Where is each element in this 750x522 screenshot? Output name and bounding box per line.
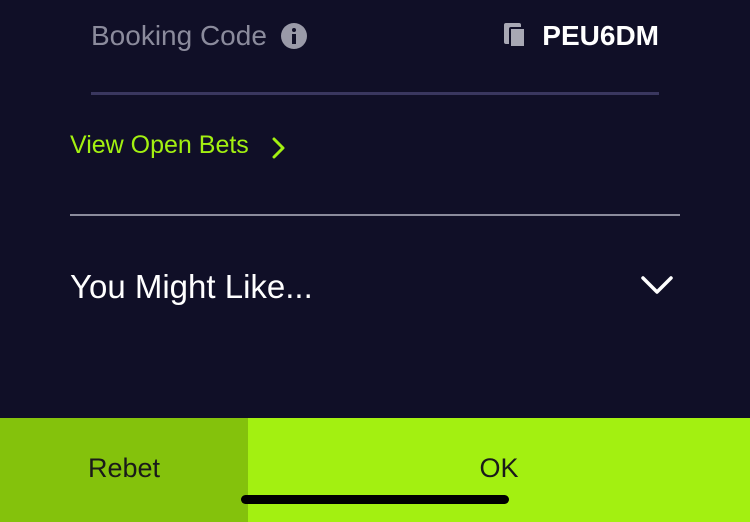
bottom-action-bar: Rebet OK bbox=[0, 418, 750, 522]
home-indicator[interactable] bbox=[241, 495, 509, 504]
view-open-bets-label: View Open Bets bbox=[70, 130, 249, 159]
booking-code-label: Booking Code bbox=[91, 20, 267, 51]
booking-code-value: PEU6DM bbox=[542, 20, 659, 51]
chevron-right-icon bbox=[271, 137, 287, 159]
booking-code-label-group: Booking Code bbox=[91, 20, 307, 52]
chevron-down-icon[interactable] bbox=[640, 274, 674, 301]
booking-code-value-group[interactable]: PEU6DM bbox=[504, 20, 659, 52]
section-divider bbox=[70, 214, 680, 216]
view-open-bets-link[interactable]: View Open Bets bbox=[70, 127, 287, 163]
you-might-like-header[interactable]: You Might Like... bbox=[70, 262, 680, 312]
booking-code-row: Booking Code PEU6DM bbox=[91, 14, 659, 58]
booking-divider bbox=[91, 92, 659, 95]
rebet-button[interactable]: Rebet bbox=[0, 418, 248, 522]
copy-icon[interactable] bbox=[504, 23, 528, 49]
ok-button[interactable]: OK bbox=[248, 418, 750, 522]
info-icon[interactable] bbox=[280, 23, 307, 49]
you-might-like-title: You Might Like... bbox=[70, 268, 313, 305]
